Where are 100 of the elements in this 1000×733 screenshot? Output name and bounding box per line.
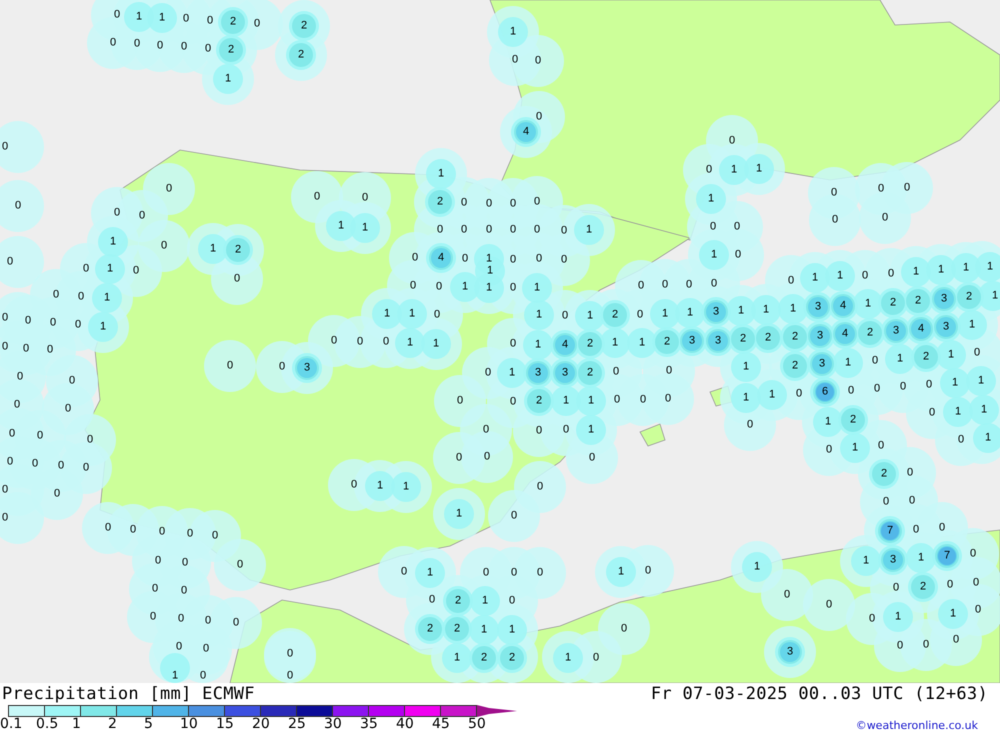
precipitation-value: 6 bbox=[822, 386, 828, 398]
precipitation-value: 1 bbox=[918, 552, 924, 564]
precipitation-value: 0 bbox=[182, 14, 190, 24]
precipitation-value: 3 bbox=[786, 646, 794, 658]
precipitation-value: 1 bbox=[562, 396, 570, 406]
precipitation-value: 1 bbox=[708, 194, 714, 204]
precipitation-value: 0 bbox=[46, 344, 54, 356]
precipitation-value: 2 bbox=[454, 596, 462, 606]
precipitation-value: 0 bbox=[536, 426, 542, 436]
precipitation-value: 1 bbox=[852, 442, 858, 454]
precipitation-value: 2 bbox=[454, 624, 460, 634]
precipitation-value: 0 bbox=[78, 292, 84, 302]
precipitation-value: 1 bbox=[136, 12, 142, 22]
precipitation-value: 0 bbox=[158, 526, 166, 538]
precipitation-value: 0 bbox=[204, 616, 212, 626]
precipitation-value: 0 bbox=[796, 388, 802, 400]
legend-tick-label: 15 bbox=[216, 717, 235, 732]
precipitation-value: 0 bbox=[74, 320, 82, 330]
precipitation-value: 0 bbox=[826, 600, 832, 610]
precipitation-value: 0 bbox=[132, 266, 140, 276]
precipitation-value: 1 bbox=[844, 358, 852, 368]
precipitation-value: 2 bbox=[866, 328, 874, 338]
precipitation-value: 0 bbox=[878, 440, 884, 452]
precipitation-value: 3 bbox=[814, 302, 822, 312]
precipitation-value: 2 bbox=[890, 298, 896, 308]
precipitation-value: 1 bbox=[978, 376, 984, 386]
legend-tick-label: 0.5 bbox=[36, 717, 60, 732]
precipitation-value: 0 bbox=[58, 460, 64, 472]
precipitation-value: 2 bbox=[586, 368, 594, 378]
precipitation-value: 2 bbox=[922, 352, 930, 362]
precipitation-value: 0 bbox=[686, 280, 692, 290]
precipitation-value: 0 bbox=[486, 224, 492, 236]
precipitation-value: 1 bbox=[104, 292, 110, 304]
precipitation-value: 0 bbox=[560, 226, 568, 236]
precipitation-value: 0 bbox=[510, 254, 516, 266]
precipitation-value: 0 bbox=[52, 290, 60, 300]
precipitation-value: 0 bbox=[922, 640, 930, 650]
precipitation-value: 0 bbox=[2, 342, 8, 352]
precipitation-value: 1 bbox=[586, 310, 594, 322]
precipitation-value: 3 bbox=[714, 336, 722, 346]
precipitation-value: 0 bbox=[14, 400, 20, 410]
precipitation-value: 0 bbox=[182, 558, 188, 568]
precipitation-value: 0 bbox=[482, 424, 490, 436]
precipitation-value: 0 bbox=[912, 524, 920, 536]
precipitation-value: 0 bbox=[882, 496, 890, 508]
precipitation-value: 0 bbox=[232, 618, 240, 628]
precipitation-value: 2 bbox=[300, 20, 308, 32]
precipitation-value: 1 bbox=[456, 508, 462, 520]
precipitation-value: 1 bbox=[662, 308, 668, 320]
precipitation-value: 0 bbox=[110, 38, 116, 48]
precipitation-value: 1 bbox=[480, 624, 488, 636]
precipitation-value: 0 bbox=[236, 560, 244, 570]
precipitation-value: 0 bbox=[178, 614, 184, 624]
credit-link[interactable]: ©weatheronline.co.uk bbox=[856, 719, 978, 732]
precipitation-value: 0 bbox=[872, 356, 878, 366]
precipitation-value: 0 bbox=[970, 548, 976, 560]
precipitation-value: 0 bbox=[104, 522, 112, 534]
precipitation-value: 0 bbox=[826, 444, 832, 456]
precipitation-value: 1 bbox=[638, 338, 646, 348]
precipitation-value: 1 bbox=[754, 562, 760, 572]
precipitation-value: 3 bbox=[890, 554, 896, 566]
precipitation-value: 0 bbox=[536, 112, 542, 122]
precipitation-value: 0 bbox=[562, 310, 568, 322]
precipitation-value: 0 bbox=[8, 428, 16, 440]
precipitation-value: 0 bbox=[938, 522, 946, 534]
precipitation-value: 1 bbox=[376, 480, 384, 492]
precipitation-value: 2 bbox=[228, 44, 234, 56]
precipitation-value: 0 bbox=[620, 624, 628, 634]
precipitation-value: 1 bbox=[426, 568, 434, 578]
precipitation-value: 0 bbox=[592, 652, 600, 664]
precipitation-value: 0 bbox=[134, 38, 140, 50]
precipitation-value: 0 bbox=[138, 210, 146, 222]
precipitation-value: 0 bbox=[68, 376, 76, 386]
precipitation-value: 2 bbox=[480, 652, 488, 664]
precipitation-value: 0 bbox=[166, 184, 172, 194]
legend-tick-label: 2 bbox=[108, 717, 118, 732]
precipitation-value: 0 bbox=[226, 360, 234, 372]
legend-tick-label: 50 bbox=[468, 717, 487, 732]
precipitation-value: 2 bbox=[850, 414, 856, 426]
precipitation-value: 0 bbox=[130, 524, 136, 536]
precipitation-value: 1 bbox=[338, 220, 344, 232]
precipitation-value: 1 bbox=[486, 266, 494, 276]
precipitation-value: 0 bbox=[82, 462, 90, 474]
precipitation-value: 1 bbox=[738, 306, 744, 316]
precipitation-value: 0 bbox=[888, 268, 894, 280]
precipitation-value: 1 bbox=[768, 390, 776, 400]
precipitation-value: 2 bbox=[536, 396, 542, 406]
precipitation-value: 1 bbox=[938, 264, 944, 276]
precipitation-value: 3 bbox=[892, 326, 900, 336]
precipitation-value: 0 bbox=[900, 382, 906, 392]
precipitation-value: 0 bbox=[848, 386, 854, 396]
precipitation-value: 1 bbox=[618, 566, 624, 578]
precipitation-value: 0 bbox=[644, 566, 652, 576]
precipitation-value: 1 bbox=[534, 340, 542, 350]
precipitation-value: 1 bbox=[362, 222, 368, 234]
precipitation-value: 0 bbox=[176, 642, 182, 652]
precipitation-value: 2 bbox=[234, 244, 242, 256]
precipitation-value: 0 bbox=[892, 582, 900, 594]
precipitation-value: 2 bbox=[880, 468, 888, 480]
legend-tick-label: 20 bbox=[252, 717, 271, 732]
